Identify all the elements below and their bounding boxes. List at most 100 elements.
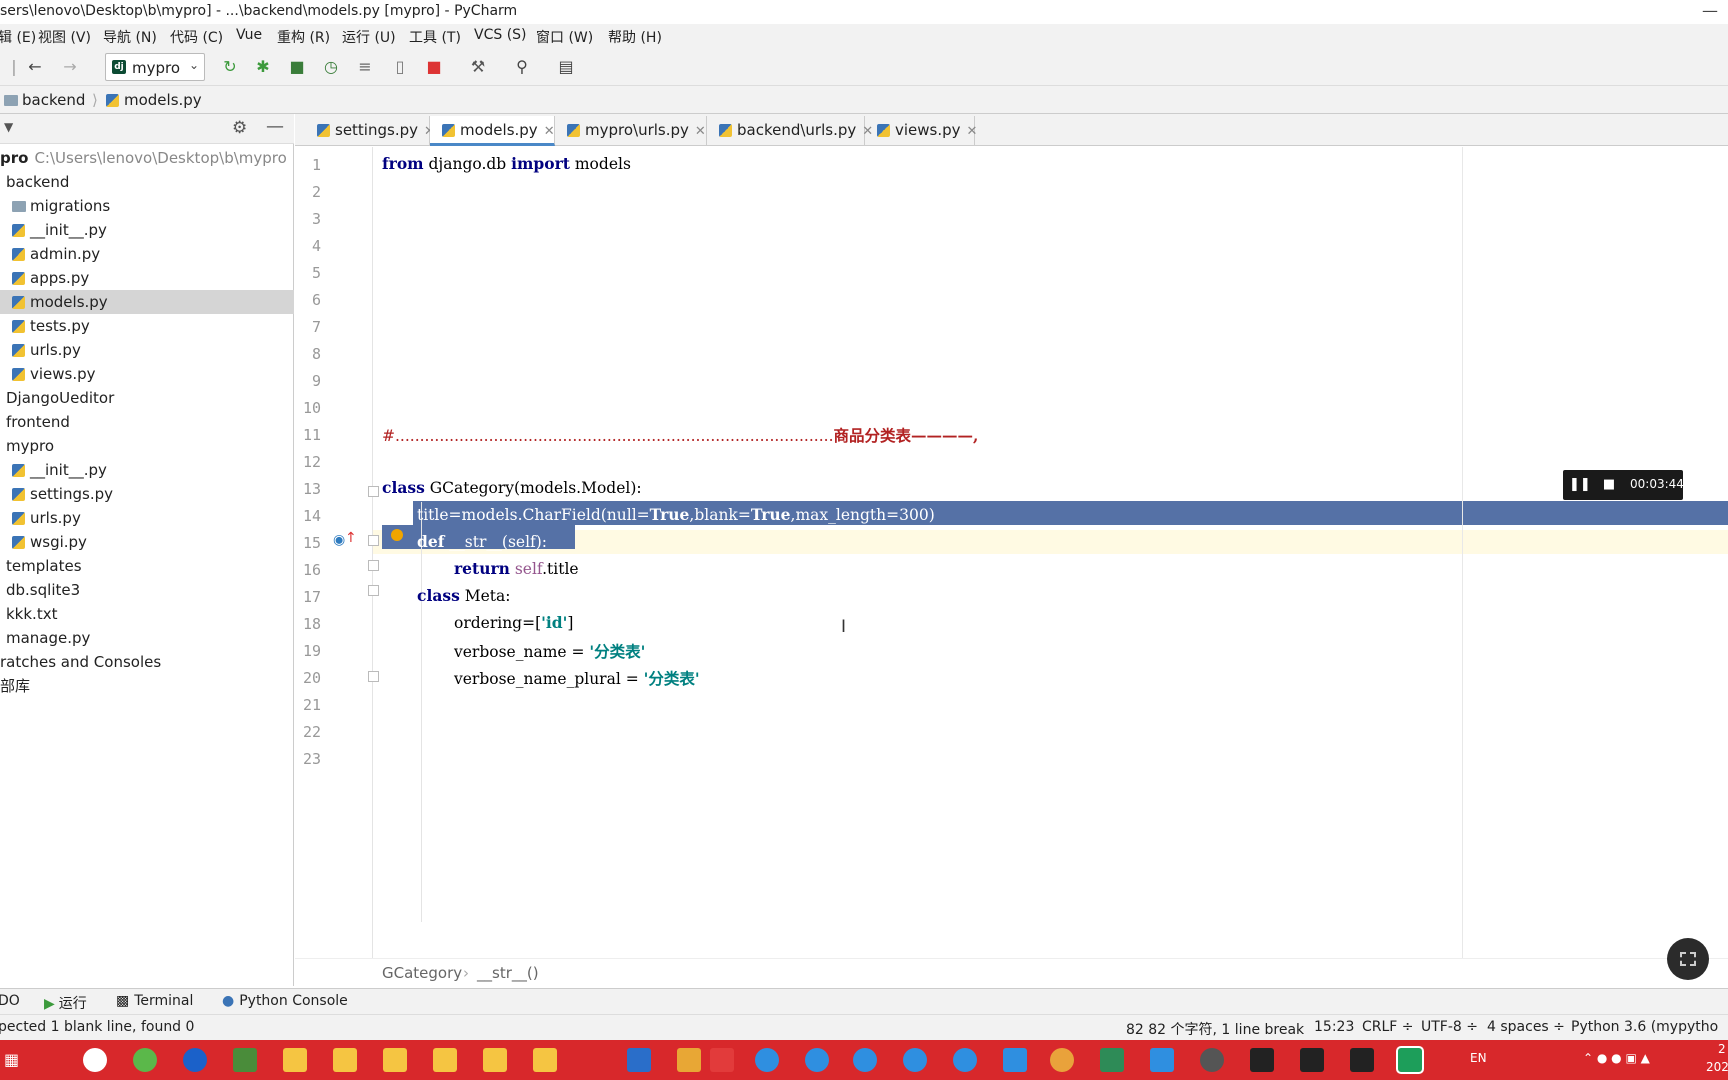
folder-icon[interactable] <box>483 1048 507 1072</box>
terminal-icon[interactable] <box>1350 1048 1374 1072</box>
lightbulb-icon[interactable] <box>391 529 403 541</box>
tray-icons[interactable]: ⌃ ● ● ▣ ▲ <box>1583 1051 1650 1065</box>
breadcrumb-method[interactable]: __str__() <box>477 964 539 982</box>
close-icon[interactable]: ✕ <box>544 124 555 139</box>
nav-crumb-models[interactable]: models.py <box>106 91 202 109</box>
folder-icon[interactable] <box>383 1048 407 1072</box>
sync-icon[interactable] <box>755 1048 779 1072</box>
tool-window-python-console[interactable]: ● Python Console <box>222 993 348 1009</box>
menu-tools[interactable]: 工具 (T) <box>409 27 461 47</box>
tray-language[interactable]: EN <box>1470 1051 1487 1065</box>
rerun-icon[interactable]: ↻ <box>220 57 240 77</box>
fold-marker-icon[interactable] <box>368 486 379 497</box>
tree-root[interactable]: pro C:\Users\lenovo\Desktop\b\mypro <box>0 146 294 170</box>
coverage-icon[interactable]: ■ <box>287 57 307 77</box>
tree-item-settings[interactable]: settings.py <box>0 482 294 506</box>
tree-item-manage[interactable]: manage.py <box>0 626 294 650</box>
code-editor[interactable]: 1 2 3 4 5 6 7 8 9 10 11 12 13 14 15 16 1… <box>295 147 1728 958</box>
ie-icon[interactable] <box>953 1048 977 1072</box>
tab-views[interactable]: views.py ✕ <box>865 116 978 146</box>
tree-item-urls[interactable]: urls.py <box>0 338 294 362</box>
run-config-selector[interactable]: dj mypro ⌄ <box>105 53 205 81</box>
wps-icon[interactable] <box>1150 1048 1174 1072</box>
status-interpreter[interactable]: Python 3.6 (mypytho <box>1571 1019 1718 1035</box>
breadcrumb-class[interactable]: GCategory <box>382 964 462 982</box>
tree-item-templates[interactable]: templates <box>0 554 294 578</box>
task-view-icon[interactable]: ▦ <box>4 1048 28 1072</box>
folder-icon[interactable] <box>333 1048 357 1072</box>
terminal-icon[interactable] <box>1250 1048 1274 1072</box>
close-icon[interactable]: ✕ <box>695 124 706 139</box>
fold-marker-icon[interactable] <box>368 560 379 571</box>
sync-icon[interactable] <box>805 1048 829 1072</box>
menu-code[interactable]: 代码 (C) <box>170 27 223 47</box>
dropdown-icon[interactable]: ▼ <box>4 120 13 134</box>
device-icon[interactable]: ▯ <box>390 57 410 77</box>
pause-icon[interactable]: ❚❚ <box>1569 477 1591 493</box>
ie-icon[interactable] <box>903 1048 927 1072</box>
menu-refactor[interactable]: 重构 (R) <box>277 27 330 47</box>
status-encoding[interactable]: UTF-8 ÷ <box>1421 1019 1478 1035</box>
screenshot-button[interactable] <box>1667 938 1709 980</box>
stop-icon[interactable]: ■ <box>1599 477 1619 493</box>
folder-icon[interactable] <box>433 1048 457 1072</box>
tool-window-run[interactable]: ▶ 运行 <box>44 993 87 1013</box>
tree-item-wsgi[interactable]: wsgi.py <box>0 530 294 554</box>
menu-help[interactable]: 帮助 (H) <box>608 27 662 47</box>
close-icon[interactable]: ✕ <box>967 124 978 139</box>
status-position[interactable]: 15:23 <box>1314 1019 1354 1035</box>
fold-marker-icon[interactable] <box>368 585 379 596</box>
chrome-icon[interactable] <box>1050 1048 1074 1072</box>
search-icon[interactable]: ⚲ <box>512 57 532 77</box>
menu-navigate[interactable]: 导航 (N) <box>103 27 157 47</box>
tree-item-kkk[interactable]: kkk.txt <box>0 602 294 626</box>
stop-icon[interactable]: ■ <box>424 57 444 77</box>
menu-view[interactable]: 视图 (V) <box>38 27 91 47</box>
terminal-icon[interactable] <box>1300 1048 1324 1072</box>
app-icon[interactable] <box>1200 1048 1224 1072</box>
tab-mypro-urls[interactable]: mypro\urls.py ✕ <box>555 116 707 146</box>
tree-item-mypro[interactable]: mypro <box>0 434 294 458</box>
tab-models[interactable]: models.py ✕ <box>430 116 555 146</box>
tab-settings[interactable]: settings.py✕ <box>305 116 435 146</box>
menu-vcs[interactable]: VCS (S) <box>474 27 527 43</box>
excel-icon[interactable] <box>1100 1048 1124 1072</box>
nav-crumb-backend[interactable]: backend <box>4 91 85 109</box>
gear-icon[interactable]: ⚙ <box>232 118 247 138</box>
tree-item-frontend[interactable]: frontend <box>0 410 294 434</box>
wrench-icon[interactable]: ⚒ <box>468 57 488 77</box>
browser-icon[interactable] <box>133 1048 157 1072</box>
menu-edit[interactable]: 辑 (E) <box>0 27 36 47</box>
tree-item-init-2[interactable]: __init__.py <box>0 458 294 482</box>
youdao-icon[interactable] <box>710 1048 734 1072</box>
tree-item-views[interactable]: views.py <box>0 362 294 386</box>
media-icon[interactable] <box>1003 1048 1027 1072</box>
tree-item-backend[interactable]: backend <box>0 170 294 194</box>
profile-icon[interactable]: ◷ <box>321 57 341 77</box>
tree-item-djangoueditor[interactable]: DjangoUeditor <box>0 386 294 410</box>
arrow-up-icon[interactable]: ↑ <box>345 530 357 546</box>
tree-item-models[interactable]: models.py <box>0 290 294 314</box>
tree-item-admin[interactable]: admin.py <box>0 242 294 266</box>
menu-window[interactable]: 窗口 (W) <box>536 27 593 47</box>
chrome-icon[interactable] <box>83 1048 107 1072</box>
forward-icon[interactable]: → <box>60 57 80 77</box>
override-marker-icon[interactable]: ◉ <box>333 532 345 548</box>
tree-item-tests[interactable]: tests.py <box>0 314 294 338</box>
tree-item-external-libs[interactable]: 部库 <box>0 674 294 698</box>
ie-icon[interactable] <box>853 1048 877 1072</box>
tree-item-apps[interactable]: apps.py <box>0 266 294 290</box>
tab-backend-urls[interactable]: backend\urls.py ✕ <box>707 116 873 146</box>
concurrency-icon[interactable]: ≡ <box>355 57 375 77</box>
back-icon[interactable]: ← <box>25 57 45 77</box>
menu-run[interactable]: 运行 (U) <box>342 27 396 47</box>
status-indent[interactable]: 4 spaces ÷ <box>1487 1019 1565 1035</box>
structure-icon[interactable]: ▤ <box>556 57 576 77</box>
minimize-button[interactable]: — <box>1702 1 1718 20</box>
folder-icon[interactable] <box>283 1048 307 1072</box>
folder-icon[interactable] <box>533 1048 557 1072</box>
qq-browser-icon[interactable] <box>183 1048 207 1072</box>
tree-item-migrations[interactable]: migrations <box>0 194 294 218</box>
pycharm-icon[interactable] <box>1396 1046 1424 1074</box>
tree-item-urls-2[interactable]: urls.py <box>0 506 294 530</box>
